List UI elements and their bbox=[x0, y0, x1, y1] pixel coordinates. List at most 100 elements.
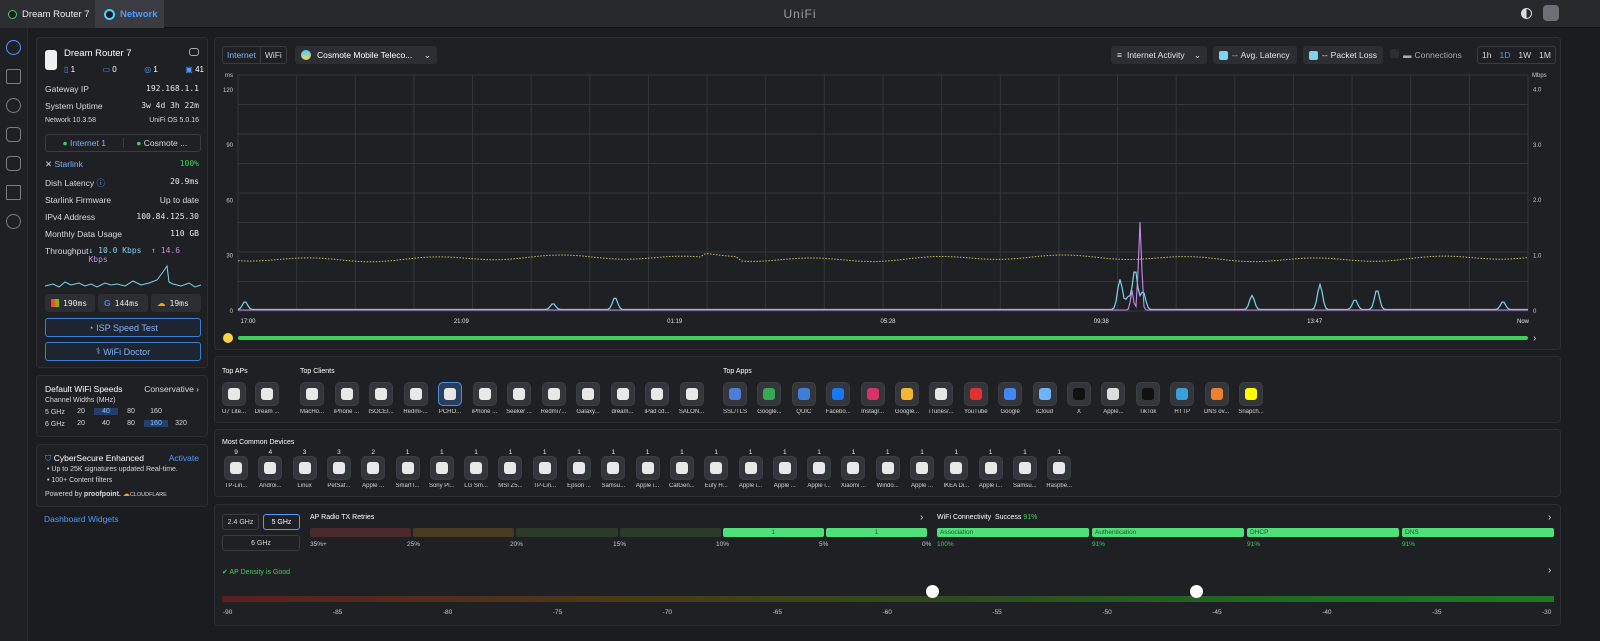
top-app-item[interactable] bbox=[963, 382, 988, 406]
wan-switch[interactable]: ● Internet 1 ● Cosmote ... bbox=[45, 134, 201, 152]
top-app-item[interactable] bbox=[1032, 382, 1057, 406]
version-row: Network 10.3.58 UniFi OS 5.0.16 bbox=[45, 117, 199, 124]
activity-dropdown[interactable]: ≡ Internet Activity ⌄ bbox=[1111, 46, 1207, 64]
top-app-item[interactable] bbox=[1239, 382, 1263, 406]
devices-icon[interactable] bbox=[6, 98, 21, 113]
common-device-item[interactable] bbox=[292, 456, 317, 480]
band-24ghz-button[interactable]: 2.4 GHz bbox=[222, 514, 259, 530]
top-client-item[interactable] bbox=[610, 382, 635, 406]
common-device-item[interactable] bbox=[395, 456, 420, 480]
clients-icon[interactable] bbox=[6, 127, 21, 142]
activate-link[interactable]: Activate bbox=[169, 453, 199, 463]
chevron-right-icon[interactable]: › bbox=[920, 512, 923, 523]
common-device-item[interactable] bbox=[841, 456, 866, 480]
top-app-item[interactable] bbox=[757, 382, 782, 406]
top-app-item[interactable] bbox=[998, 382, 1023, 406]
common-device-item[interactable] bbox=[738, 456, 763, 480]
dashboard-widgets-link[interactable]: Dashboard Widgets bbox=[44, 514, 119, 524]
range-1h[interactable]: 1h bbox=[1478, 47, 1495, 63]
insights-icon[interactable] bbox=[6, 156, 21, 171]
common-device-item[interactable] bbox=[361, 456, 386, 480]
top-client-item[interactable] bbox=[300, 382, 324, 406]
wifi-speeds-mode[interactable]: Conservative › bbox=[144, 384, 199, 394]
common-device-item[interactable] bbox=[807, 456, 832, 480]
common-device-item[interactable] bbox=[978, 456, 1003, 480]
common-device-item[interactable] bbox=[326, 456, 351, 480]
top-app-item[interactable] bbox=[1170, 382, 1195, 406]
top-client-item[interactable] bbox=[507, 382, 531, 406]
chevron-right-icon[interactable]: › bbox=[1548, 565, 1551, 576]
top-app-item[interactable] bbox=[929, 382, 954, 406]
common-device-item[interactable] bbox=[1047, 456, 1072, 480]
connectivity-stage[interactable]: DHCP bbox=[1247, 528, 1399, 537]
common-device-item[interactable] bbox=[532, 456, 557, 480]
common-device-item[interactable] bbox=[635, 456, 660, 480]
common-device-item[interactable] bbox=[772, 456, 797, 480]
protect-icon[interactable] bbox=[6, 214, 21, 229]
top-ap-item[interactable] bbox=[222, 382, 246, 406]
wan-cosmote[interactable]: ● Cosmote ... bbox=[122, 138, 201, 148]
range-1d[interactable]: 1D bbox=[1495, 47, 1514, 63]
top-app-item[interactable] bbox=[1135, 382, 1160, 406]
isp-dropdown[interactable]: Cosmote Mobile Teleco... ⌄ bbox=[295, 46, 437, 64]
top-app-item[interactable] bbox=[1067, 382, 1091, 406]
band-6ghz-button[interactable]: 6 GHz bbox=[222, 535, 300, 551]
dashboard-icon[interactable] bbox=[6, 40, 21, 55]
collapse-icon[interactable] bbox=[189, 48, 199, 56]
top-client-item[interactable] bbox=[403, 382, 428, 406]
density-ap-marker[interactable] bbox=[925, 585, 939, 598]
top-app-item[interactable] bbox=[1204, 382, 1229, 406]
common-device-item[interactable] bbox=[258, 456, 283, 480]
band-5ghz-button[interactable]: 5 GHz bbox=[263, 514, 300, 530]
top-client-item[interactable] bbox=[541, 382, 566, 406]
chevron-right-icon[interactable]: › bbox=[1548, 512, 1551, 523]
range-1w[interactable]: 1W bbox=[1514, 47, 1535, 63]
common-device-item[interactable] bbox=[944, 456, 969, 480]
user-avatar[interactable] bbox=[1543, 5, 1559, 21]
common-device-item[interactable] bbox=[224, 456, 248, 480]
wifi-doctor-button[interactable]: ⚕ WiFi Doctor bbox=[45, 342, 201, 361]
top-client-item[interactable] bbox=[679, 382, 704, 406]
common-device-item[interactable] bbox=[704, 456, 729, 480]
top-client-item[interactable] bbox=[369, 382, 393, 406]
common-device-item[interactable] bbox=[464, 456, 489, 480]
common-device-item[interactable] bbox=[567, 456, 591, 480]
info-icon[interactable]: ⓘ bbox=[97, 178, 106, 188]
top-client-item[interactable] bbox=[334, 382, 359, 406]
range-1m[interactable]: 1M bbox=[1535, 47, 1555, 63]
common-device-item[interactable] bbox=[498, 456, 523, 480]
chevron-right-icon[interactable]: › bbox=[1533, 333, 1536, 344]
common-device-item[interactable] bbox=[875, 456, 900, 480]
theme-toggle-icon[interactable] bbox=[1521, 8, 1532, 19]
tab-internet[interactable]: Internet bbox=[223, 47, 260, 63]
top-app-item[interactable] bbox=[1101, 382, 1126, 406]
latency-legend-toggle[interactable]: -- Avg. Latency bbox=[1213, 46, 1297, 64]
internet-activity-chart[interactable]: 0 30 60 90 120 ms 0 1.0 2.0 3.0 4.0 Mbps 17:00 21:09 0… bbox=[215, 68, 1560, 351]
connectivity-stage[interactable]: Association bbox=[937, 528, 1089, 537]
common-device-item[interactable] bbox=[429, 456, 454, 480]
topology-icon[interactable] bbox=[6, 69, 21, 84]
top-client-item[interactable] bbox=[645, 382, 669, 406]
common-device-item[interactable] bbox=[669, 456, 694, 480]
connections-legend-toggle[interactable]: ▬ Connections bbox=[1390, 49, 1462, 60]
wan-internet-1[interactable]: ● Internet 1 bbox=[46, 138, 123, 148]
isp-speed-test-button[interactable]: ◔ ISP Speed Test bbox=[45, 318, 201, 337]
top-app-item[interactable] bbox=[723, 382, 747, 406]
connectivity-stage[interactable]: DNS bbox=[1402, 528, 1554, 537]
top-app-item[interactable] bbox=[826, 382, 851, 406]
common-device-item[interactable] bbox=[910, 456, 934, 480]
top-app-item[interactable] bbox=[860, 382, 885, 406]
common-device-item[interactable] bbox=[601, 456, 626, 480]
density-ap-marker[interactable] bbox=[1189, 585, 1203, 598]
connectivity-stage[interactable]: Authentication bbox=[1092, 528, 1244, 537]
tab-wifi[interactable]: WiFi bbox=[259, 47, 286, 63]
top-app-item[interactable] bbox=[895, 382, 919, 406]
top-client-item[interactable] bbox=[472, 382, 497, 406]
packet-loss-legend-toggle[interactable]: -- Packet Loss bbox=[1303, 46, 1383, 64]
top-client-item[interactable] bbox=[576, 382, 600, 406]
stats-icon[interactable] bbox=[6, 185, 21, 200]
top-client-item[interactable] bbox=[438, 382, 462, 406]
top-ap-item[interactable] bbox=[255, 382, 279, 406]
top-app-item[interactable] bbox=[791, 382, 816, 406]
common-device-item[interactable] bbox=[1012, 456, 1037, 480]
